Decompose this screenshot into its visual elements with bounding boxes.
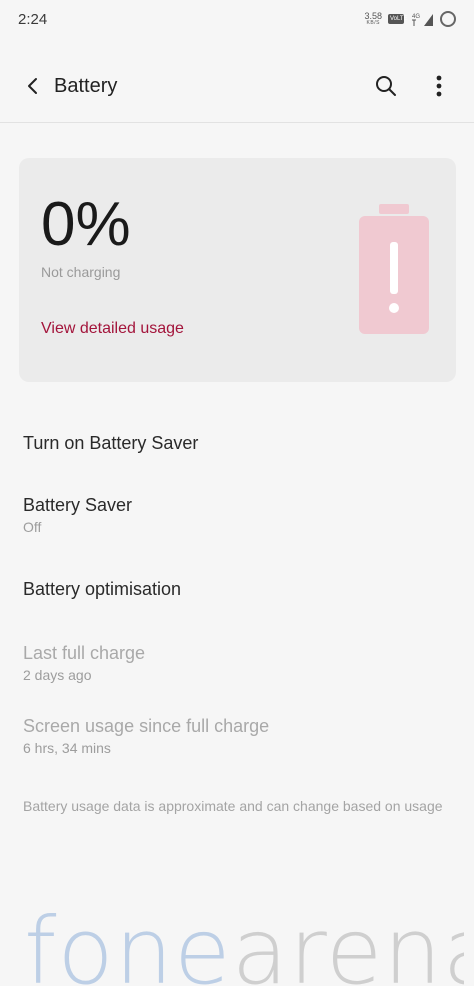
watermark-part2: arena xyxy=(231,904,464,986)
screen-usage-value: 6 hrs, 34 mins xyxy=(23,740,111,756)
battery-status-icon xyxy=(440,11,456,27)
app-bar: Battery xyxy=(0,58,474,114)
last-full-charge-item: Last full charge 2 days ago xyxy=(23,642,453,684)
battery-usage-footnote: Battery usage data is approximate and ca… xyxy=(23,798,443,814)
signal-icon: 4G xyxy=(412,14,433,26)
back-arrow-icon xyxy=(28,78,37,94)
last-full-charge-value: 2 days ago xyxy=(23,667,92,683)
battery-optimisation-item[interactable]: Battery optimisation xyxy=(23,578,453,600)
battery-optimisation-label: Battery optimisation xyxy=(23,579,182,599)
watermark-logo: fonearena xyxy=(24,904,464,986)
charging-status: Not charging xyxy=(41,264,121,280)
status-time: 2:24 xyxy=(18,10,48,28)
network-speed-unit: KB/S xyxy=(366,20,380,26)
back-button[interactable] xyxy=(14,66,52,106)
screen-usage-item: Screen usage since full charge 6 hrs, 34… xyxy=(23,715,453,757)
battery-percent: 0% xyxy=(41,190,131,259)
network-type-label: 4G xyxy=(412,14,420,20)
turn-on-battery-saver-label: Turn on Battery Saver xyxy=(23,433,199,453)
network-speed: 3.58 KB/S xyxy=(364,12,382,26)
view-detailed-usage-link[interactable]: View detailed usage xyxy=(41,320,184,338)
header-divider xyxy=(0,122,474,123)
battery-saver-label: Battery Saver xyxy=(23,495,133,515)
status-bar: 2:24 3.58 KB/S VoLTE 4G xyxy=(0,0,474,38)
volte-icon: VoLTE xyxy=(388,14,408,24)
watermark-part1: fone xyxy=(24,904,232,986)
screen-usage-label: Screen usage since full charge xyxy=(23,716,270,736)
battery-card: 0% Not charging View detailed usage xyxy=(19,158,456,382)
battery-saver-item[interactable]: Battery Saver Off xyxy=(23,494,453,536)
battery-alert-icon xyxy=(359,204,429,334)
battery-saver-status: Off xyxy=(23,519,42,535)
more-vert-icon xyxy=(436,75,442,97)
search-icon xyxy=(376,76,396,96)
page-title: Battery xyxy=(54,74,118,97)
more-options-button[interactable] xyxy=(420,66,458,106)
status-icons: 3.58 KB/S VoLTE 4G xyxy=(364,11,456,27)
turn-on-battery-saver-item[interactable]: Turn on Battery Saver xyxy=(23,432,453,454)
watermark-text: fonearena xyxy=(24,904,464,986)
search-button[interactable] xyxy=(366,66,406,106)
last-full-charge-label: Last full charge xyxy=(23,643,146,663)
